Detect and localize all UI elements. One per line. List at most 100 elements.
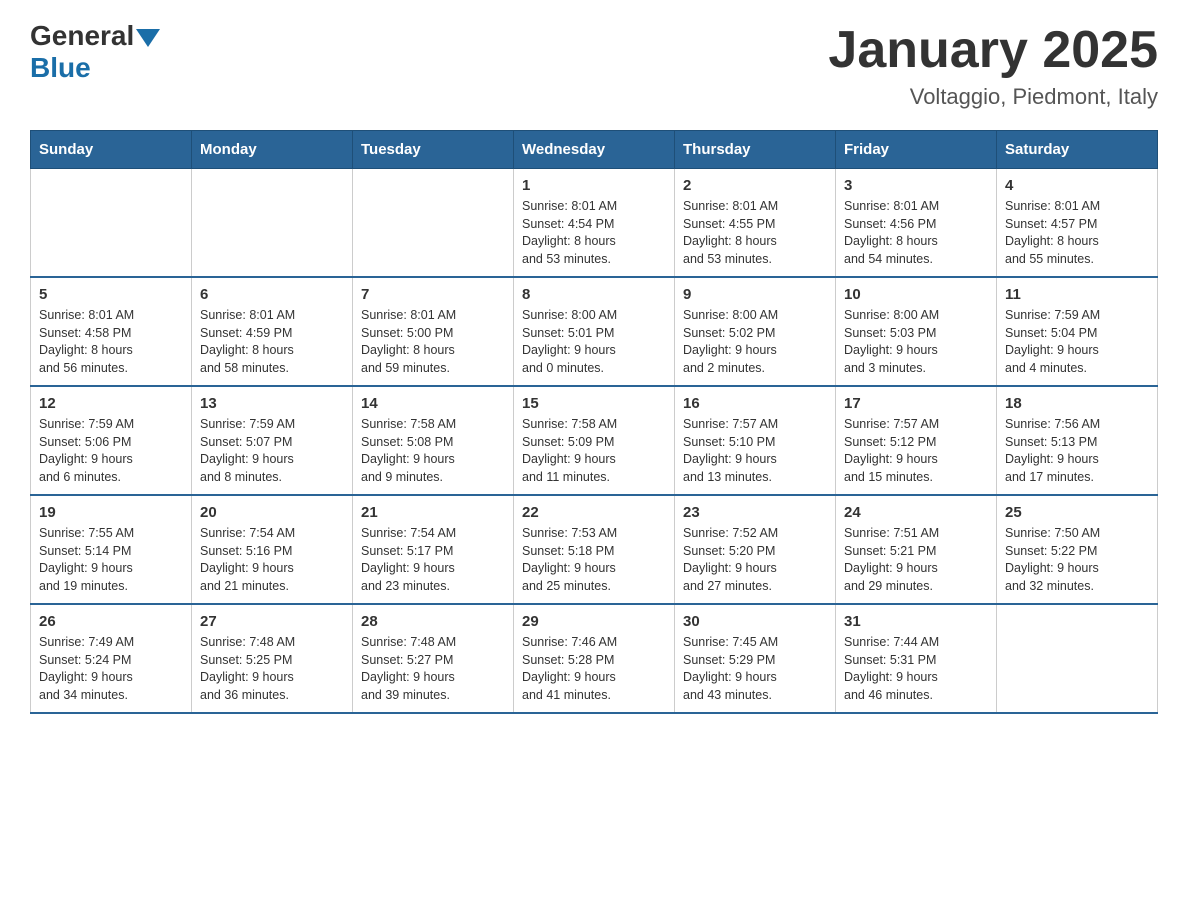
day-info: Sunrise: 8:01 AM Sunset: 4:59 PM Dayligh… [200,307,344,377]
calendar-cell: 6 Sunrise: 8:01 AM Sunset: 4:59 PM Daylig… [192,277,353,386]
day-info: Sunrise: 7:45 AM Sunset: 5:29 PM Dayligh… [683,634,827,704]
logo-triangle-icon [136,29,160,47]
calendar-week-row: 26 Sunrise: 7:49 AM Sunset: 5:24 PM Dayli… [31,604,1158,713]
calendar-cell: 10 Sunrise: 8:00 AM Sunset: 5:03 PM Dayli… [836,277,997,386]
day-info: Sunrise: 7:57 AM Sunset: 5:12 PM Dayligh… [844,416,988,486]
calendar-cell [353,169,514,278]
weekday-header-sunday: Sunday [31,131,192,169]
calendar-cell: 1 Sunrise: 8:01 AM Sunset: 4:54 PM Daylig… [514,169,675,278]
day-info: Sunrise: 8:01 AM Sunset: 4:56 PM Dayligh… [844,198,988,268]
calendar-cell: 12Sunrise: 7:59 AM Sunset: 5:06 PM Dayli… [31,386,192,495]
day-number: 11 [1005,286,1149,303]
day-info: Sunrise: 7:44 AM Sunset: 5:31 PM Dayligh… [844,634,988,704]
calendar-cell [997,604,1158,713]
day-number: 24 [844,504,988,521]
day-info: Sunrise: 7:58 AM Sunset: 5:08 PM Dayligh… [361,416,505,486]
calendar-cell: 15 Sunrise: 7:58 AM Sunset: 5:09 PM Dayli… [514,386,675,495]
page-header: General Blue January 2025 Voltaggio, Pie… [30,20,1158,110]
calendar-cell: 31 Sunrise: 7:44 AM Sunset: 5:31 PM Dayli… [836,604,997,713]
calendar-cell: 5Sunrise: 8:01 AM Sunset: 4:58 PM Daylig… [31,277,192,386]
day-number: 22 [522,504,666,521]
logo-blue-text: Blue [30,52,160,84]
calendar-cell: 8Sunrise: 8:00 AM Sunset: 5:01 PM Daylig… [514,277,675,386]
day-info: Sunrise: 7:59 AM Sunset: 5:06 PM Dayligh… [39,416,183,486]
day-number: 23 [683,504,827,521]
day-info: Sunrise: 7:48 AM Sunset: 5:25 PM Dayligh… [200,634,344,704]
calendar-week-row: 1 Sunrise: 8:01 AM Sunset: 4:54 PM Daylig… [31,169,1158,278]
day-info: Sunrise: 7:56 AM Sunset: 5:13 PM Dayligh… [1005,416,1149,486]
day-number: 17 [844,395,988,412]
calendar-cell: 17 Sunrise: 7:57 AM Sunset: 5:12 PM Dayli… [836,386,997,495]
day-info: Sunrise: 7:54 AM Sunset: 5:16 PM Dayligh… [200,525,344,595]
calendar-cell: 23 Sunrise: 7:52 AM Sunset: 5:20 PM Dayli… [675,495,836,604]
weekday-header-row: SundayMondayTuesdayWednesdayThursdayFrid… [31,131,1158,169]
day-info: Sunrise: 8:01 AM Sunset: 4:58 PM Dayligh… [39,307,183,377]
day-number: 1 [522,177,666,194]
day-info: Sunrise: 7:52 AM Sunset: 5:20 PM Dayligh… [683,525,827,595]
calendar-cell: 9Sunrise: 8:00 AM Sunset: 5:02 PM Daylig… [675,277,836,386]
calendar-cell: 27 Sunrise: 7:48 AM Sunset: 5:25 PM Dayli… [192,604,353,713]
day-number: 14 [361,395,505,412]
calendar-cell: 25 Sunrise: 7:50 AM Sunset: 5:22 PM Dayli… [997,495,1158,604]
day-number: 7 [361,286,505,303]
day-info: Sunrise: 8:01 AM Sunset: 4:54 PM Dayligh… [522,198,666,268]
day-info: Sunrise: 8:00 AM Sunset: 5:02 PM Dayligh… [683,307,827,377]
day-number: 6 [200,286,344,303]
day-info: Sunrise: 7:59 AM Sunset: 5:04 PM Dayligh… [1005,307,1149,377]
title-section: January 2025 Voltaggio, Piedmont, Italy [828,20,1158,110]
day-number: 18 [1005,395,1149,412]
logo-general-text: General [30,20,134,52]
calendar-week-row: 5Sunrise: 8:01 AM Sunset: 4:58 PM Daylig… [31,277,1158,386]
day-info: Sunrise: 8:01 AM Sunset: 5:00 PM Dayligh… [361,307,505,377]
month-title: January 2025 [828,20,1158,80]
calendar-cell: 30Sunrise: 7:45 AM Sunset: 5:29 PM Dayli… [675,604,836,713]
calendar-cell: 21 Sunrise: 7:54 AM Sunset: 5:17 PM Dayli… [353,495,514,604]
day-number: 3 [844,177,988,194]
calendar-cell: 2 Sunrise: 8:01 AM Sunset: 4:55 PM Daylig… [675,169,836,278]
calendar-cell: 16 Sunrise: 7:57 AM Sunset: 5:10 PM Dayli… [675,386,836,495]
calendar-cell: 11 Sunrise: 7:59 AM Sunset: 5:04 PM Dayli… [997,277,1158,386]
day-number: 2 [683,177,827,194]
day-number: 26 [39,613,183,630]
calendar-cell [31,169,192,278]
day-number: 8 [522,286,666,303]
day-info: Sunrise: 7:49 AM Sunset: 5:24 PM Dayligh… [39,634,183,704]
calendar-cell: 18 Sunrise: 7:56 AM Sunset: 5:13 PM Dayli… [997,386,1158,495]
calendar-cell: 19Sunrise: 7:55 AM Sunset: 5:14 PM Dayli… [31,495,192,604]
day-info: Sunrise: 7:50 AM Sunset: 5:22 PM Dayligh… [1005,525,1149,595]
weekday-header-friday: Friday [836,131,997,169]
day-info: Sunrise: 7:51 AM Sunset: 5:21 PM Dayligh… [844,525,988,595]
calendar-cell: 20 Sunrise: 7:54 AM Sunset: 5:16 PM Dayli… [192,495,353,604]
day-number: 20 [200,504,344,521]
day-info: Sunrise: 7:58 AM Sunset: 5:09 PM Dayligh… [522,416,666,486]
day-info: Sunrise: 8:01 AM Sunset: 4:55 PM Dayligh… [683,198,827,268]
day-number: 29 [522,613,666,630]
calendar-week-row: 12Sunrise: 7:59 AM Sunset: 5:06 PM Dayli… [31,386,1158,495]
day-info: Sunrise: 7:57 AM Sunset: 5:10 PM Dayligh… [683,416,827,486]
day-info: Sunrise: 8:00 AM Sunset: 5:03 PM Dayligh… [844,307,988,377]
day-info: Sunrise: 7:54 AM Sunset: 5:17 PM Dayligh… [361,525,505,595]
day-info: Sunrise: 7:55 AM Sunset: 5:14 PM Dayligh… [39,525,183,595]
calendar-table: SundayMondayTuesdayWednesdayThursdayFrid… [30,130,1158,714]
day-number: 25 [1005,504,1149,521]
calendar-cell: 26 Sunrise: 7:49 AM Sunset: 5:24 PM Dayli… [31,604,192,713]
weekday-header-wednesday: Wednesday [514,131,675,169]
day-number: 10 [844,286,988,303]
logo: General Blue [30,20,160,84]
weekday-header-monday: Monday [192,131,353,169]
calendar-cell: 24 Sunrise: 7:51 AM Sunset: 5:21 PM Dayli… [836,495,997,604]
day-number: 28 [361,613,505,630]
calendar-cell: 7 Sunrise: 8:01 AM Sunset: 5:00 PM Daylig… [353,277,514,386]
day-info: Sunrise: 8:01 AM Sunset: 4:57 PM Dayligh… [1005,198,1149,268]
location-text: Voltaggio, Piedmont, Italy [828,84,1158,110]
calendar-cell: 28 Sunrise: 7:48 AM Sunset: 5:27 PM Dayli… [353,604,514,713]
day-info: Sunrise: 7:53 AM Sunset: 5:18 PM Dayligh… [522,525,666,595]
day-number: 15 [522,395,666,412]
day-number: 27 [200,613,344,630]
calendar-cell: 4Sunrise: 8:01 AM Sunset: 4:57 PM Daylig… [997,169,1158,278]
day-number: 21 [361,504,505,521]
day-number: 31 [844,613,988,630]
calendar-cell [192,169,353,278]
day-info: Sunrise: 7:48 AM Sunset: 5:27 PM Dayligh… [361,634,505,704]
day-number: 16 [683,395,827,412]
